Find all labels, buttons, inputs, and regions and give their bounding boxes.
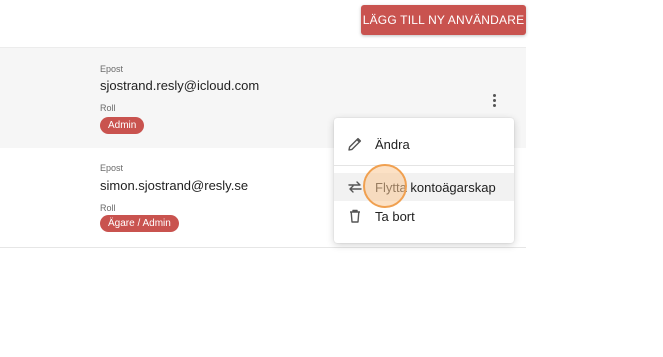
menu-divider xyxy=(334,165,514,166)
role-badge: Admin xyxy=(100,117,145,134)
add-user-button[interactable]: LÄGG TILL NY ANVÄNDARE xyxy=(361,5,526,35)
role-label: Roll xyxy=(100,103,116,113)
email-label: Epost xyxy=(100,64,124,74)
cursor-highlight xyxy=(363,164,407,208)
menu-item-label: Ändra xyxy=(375,136,410,152)
pencil-icon xyxy=(347,136,363,152)
menu-item-edit[interactable]: Ändra xyxy=(334,130,514,158)
swap-arrows-icon xyxy=(347,179,363,195)
email-label: Epost xyxy=(100,163,124,173)
user-email: simon.sjostrand@resly.se xyxy=(100,178,249,193)
role-label: Roll xyxy=(100,203,116,213)
user-actions-menu: Ändra Flytta kontoägarskap Ta bort xyxy=(334,118,514,243)
user-email: sjostrand.resly@icloud.com xyxy=(100,78,260,93)
menu-item-delete[interactable]: Ta bort xyxy=(334,202,514,230)
menu-item-transfer-ownership[interactable]: Flytta kontoägarskap xyxy=(334,173,514,201)
trash-icon xyxy=(347,208,363,224)
menu-item-label: Ta bort xyxy=(375,208,415,224)
role-badge: Ägare / Admin xyxy=(100,215,179,232)
more-options-icon[interactable] xyxy=(484,90,504,110)
